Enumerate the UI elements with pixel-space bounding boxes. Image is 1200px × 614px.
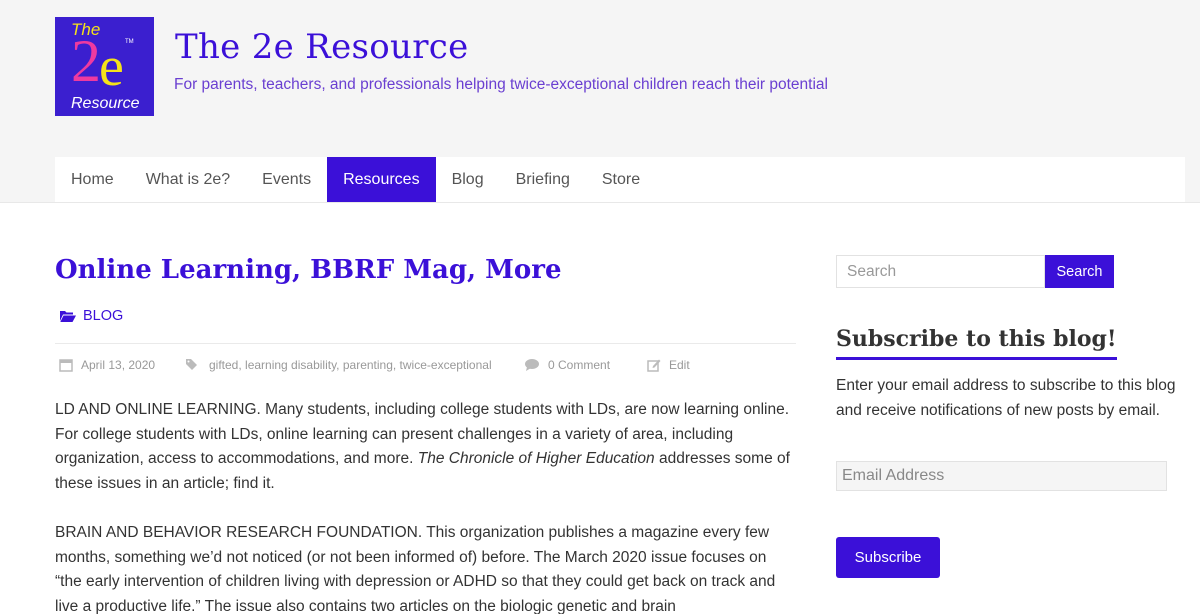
edit-icon [647, 359, 661, 372]
site-tagline: For parents, teachers, and professionals… [174, 76, 828, 93]
search-input[interactable] [836, 255, 1045, 288]
meta-divider [55, 343, 796, 344]
post-tags-text: gifted, learning disability, parenting, … [209, 358, 492, 372]
post-comments[interactable]: 0 Comment [524, 356, 610, 374]
search-button[interactable]: Search [1045, 255, 1114, 288]
category-link[interactable]: BLOG [83, 308, 123, 324]
nav-item-store[interactable]: Store [586, 157, 656, 202]
nav-item-resources[interactable]: Resources [327, 157, 436, 202]
site-title[interactable]: The 2e Resource [175, 27, 469, 67]
subscribe-widget-title: Subscribe to this blog! [836, 326, 1117, 360]
post-paragraph: BRAIN AND BEHAVIOR RESEARCH FOUNDATION. … [55, 524, 776, 614]
logo-text-resource: Resource [71, 95, 140, 112]
post-paragraph: LD AND ONLINE LEARNING. Many students, i… [55, 398, 790, 496]
logo-trademark: TM [125, 39, 134, 45]
comment-icon [525, 359, 539, 371]
nav-item-home[interactable]: Home [55, 157, 130, 202]
post-date[interactable]: April 13, 2020 [59, 356, 155, 374]
logo-text-e: e [99, 36, 124, 98]
email-field[interactable] [836, 461, 1167, 491]
logo-text-2: 2 [71, 28, 101, 94]
subscribe-description: Enter your email address to subscribe to… [836, 377, 1176, 419]
calendar-icon [59, 359, 73, 372]
post-content: LD AND ONLINE LEARNING. Many students, i… [55, 398, 790, 614]
post-edit[interactable]: Edit [647, 356, 690, 374]
post-category[interactable]: BLOG [60, 308, 123, 324]
subscribe-button[interactable]: Subscribe [836, 537, 940, 578]
folder-open-icon [60, 311, 76, 322]
nav-item-briefing[interactable]: Briefing [500, 157, 586, 202]
post-tags[interactable]: gifted, learning disability, parenting, … [185, 356, 492, 374]
site-logo[interactable]: The 2 e TM Resource [55, 17, 154, 116]
publication-name: The Chronicle of Higher Education [417, 450, 655, 467]
post-edit-text: Edit [669, 358, 690, 372]
nav-item-what-is-2e[interactable]: What is 2e? [130, 157, 246, 202]
tags-icon [186, 359, 197, 370]
main-nav: Home What is 2e? Events Resources Blog B… [55, 157, 1185, 202]
post-date-text: April 13, 2020 [81, 358, 156, 372]
post-meta: April 13, 2020 gifted, learning disabili… [59, 356, 796, 374]
nav-item-blog[interactable]: Blog [436, 157, 500, 202]
post-title[interactable]: Online Learning, BBRF Mag, More [55, 255, 561, 285]
nav-item-events[interactable]: Events [246, 157, 327, 202]
post-comments-text: 0 Comment [548, 358, 611, 372]
